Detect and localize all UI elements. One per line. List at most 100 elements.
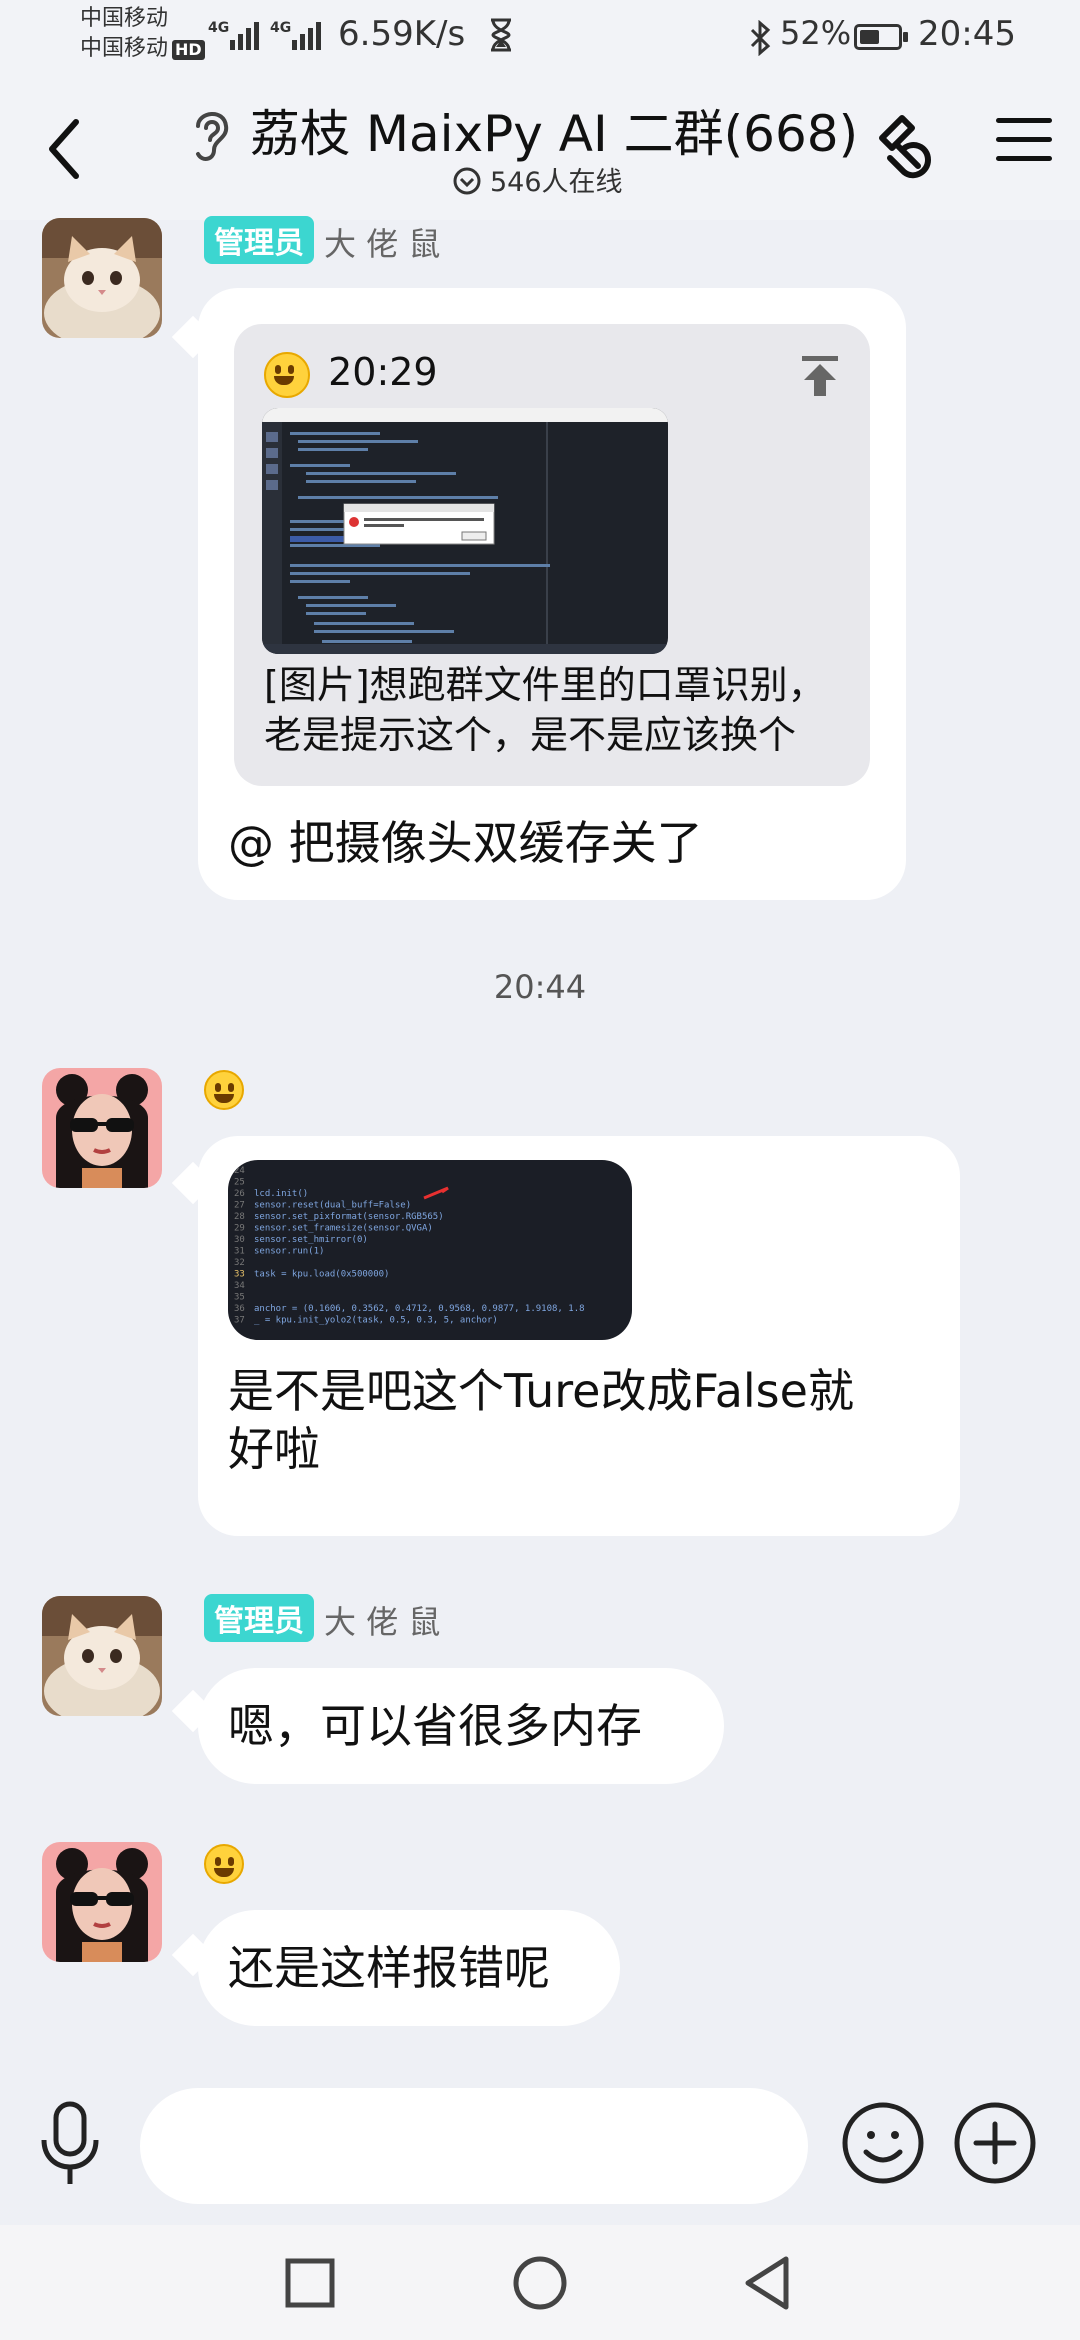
- quote-text-line2: 老是提示这个，是不是应该换个: [264, 713, 797, 757]
- net-type-1: 4G: [208, 20, 229, 36]
- grin-emoji-icon: [204, 1844, 244, 1884]
- avatar-user[interactable]: [42, 1842, 162, 1962]
- red-arrow-annotation: [423, 1186, 449, 1200]
- admin-badge: 管理员: [204, 1594, 314, 1642]
- message-text-line1: 是不是吧这个Ture改成False就: [228, 1364, 854, 1418]
- hourglass-icon: [488, 18, 514, 56]
- avatar-admin[interactable]: [42, 1596, 162, 1716]
- voice-button[interactable]: [38, 2100, 102, 2194]
- jump-top-icon: [802, 356, 838, 396]
- menu-icon: [996, 118, 1052, 161]
- group-title[interactable]: 荔枝 MaixPy AI 二群(668): [250, 94, 858, 166]
- code-line-number: 27: [234, 1201, 245, 1211]
- code-line-number: 37: [234, 1316, 245, 1326]
- online-text: 546人在线: [490, 167, 623, 198]
- code-screenshot[interactable]: 24 25 26 lcd.init() 27 sensor.reset(dual_buff…: [228, 1160, 632, 1340]
- triangle-back-icon: [745, 2256, 789, 2310]
- bluetooth-icon: [748, 19, 772, 60]
- sender-emoji-name[interactable]: [204, 1844, 244, 1884]
- battery-fill: [860, 30, 879, 44]
- message-input[interactable]: [140, 2088, 808, 2204]
- carrier-info: 中国移动 中国移动 HD: [80, 4, 205, 64]
- code-line-number: 25: [234, 1178, 245, 1188]
- sender-emoji-name[interactable]: [204, 1070, 244, 1110]
- code-line-number: 31: [234, 1247, 245, 1257]
- code-line-text: lcd.init(): [254, 1189, 308, 1199]
- recent-apps-button[interactable]: [284, 2257, 336, 2313]
- chevron-down-circle-icon: [453, 167, 481, 195]
- sender-name-row: 管理员大 佬 鼠: [204, 1594, 440, 1643]
- message-bubble[interactable]: 20:29 [图片]想跑群文件里的口罩识别， 老是提示这个，是不是应该换个 @ …: [198, 288, 906, 900]
- circle-icon: [513, 2256, 567, 2310]
- code-line-text: task = kpu.load(0x500000): [254, 1270, 389, 1280]
- code-line-number: 30: [234, 1235, 245, 1245]
- sender-name[interactable]: 大 佬 鼠: [324, 1603, 440, 1641]
- sender-name[interactable]: 大 佬 鼠: [324, 225, 440, 263]
- menu-button[interactable]: [996, 118, 1052, 168]
- status-bar: 中国移动 中国移动 HD 4G 4G 6.59K/s 52% 20:45: [0, 0, 1080, 80]
- code-line-number: 34: [234, 1281, 245, 1291]
- grin-emoji-icon: [264, 351, 310, 398]
- battery-icon: [854, 24, 908, 50]
- jump-to-message-button[interactable]: [798, 354, 842, 402]
- grin-emoji-icon: [204, 1070, 244, 1110]
- sender-name-row: 管理员大 佬 鼠: [204, 216, 440, 265]
- code-line-text: sensor.set_framesize(sensor.QVGA): [254, 1224, 433, 1234]
- message-text: 是不是吧这个Ture改成False就 好啦: [228, 1362, 854, 1478]
- status-time: 20:45: [918, 14, 1016, 54]
- chat-header: 荔枝 MaixPy AI 二群(668) 546人在线: [0, 80, 1080, 220]
- chat-screen: 中国移动 中国移动 HD 4G 4G 6.59K/s 52% 20:45 荔枝 …: [0, 0, 1080, 2340]
- carrier-2: 中国移动: [80, 36, 169, 61]
- carrier-1: 中国移动: [80, 6, 169, 31]
- back-button[interactable]: [40, 114, 90, 184]
- message-text-line2: 好啦: [228, 1422, 320, 1476]
- net-type-2: 4G: [270, 20, 291, 36]
- invite-link-icon: [879, 115, 932, 179]
- code-line-text: sensor.reset(dual_buff=False): [254, 1201, 411, 1211]
- square-icon: [285, 2258, 335, 2308]
- invite-link-button[interactable]: [868, 110, 944, 190]
- ide-screenshot-thumbnail[interactable]: [262, 408, 668, 654]
- input-bar: [0, 2080, 1080, 2225]
- code-line-number: 32: [234, 1258, 245, 1268]
- system-nav-bar: [0, 2225, 1080, 2340]
- code-line-text: _ = kpu.init_yolo2(task, 0.5, 0.3, 5, an…: [254, 1316, 498, 1326]
- message-bubble[interactable]: 还是这样报错呢: [198, 1910, 620, 2026]
- time-separator: 20:44: [493, 968, 587, 1006]
- hd-badge: HD: [172, 40, 205, 60]
- ear-icon[interactable]: [188, 104, 234, 170]
- microphone-icon: [41, 2101, 99, 2184]
- net-speed: 6.59K/s: [338, 14, 466, 54]
- message-bubble[interactable]: 嗯，可以省很多内存: [198, 1668, 724, 1784]
- home-button[interactable]: [512, 2255, 568, 2315]
- message-text: 还是这样报错呢: [228, 1941, 550, 1995]
- code-line-number: 26: [234, 1189, 245, 1199]
- smiley-icon: [842, 2102, 924, 2184]
- message-bubble[interactable]: 24 25 26 lcd.init() 27 sensor.reset(dual_buff…: [198, 1136, 960, 1536]
- code-screenshot-image: 24 2526 lcd.init() 27 sensor.reset(dual_buff…: [234, 1166, 585, 1326]
- code-line-number: 24: [234, 1166, 245, 1176]
- back-nav-button[interactable]: [742, 2255, 794, 2315]
- code-line-text: anchor = (0.1606, 0.3562, 0.4712, 0.9568…: [254, 1304, 585, 1314]
- code-line-number: 33: [234, 1270, 245, 1280]
- message-text: 嗯，可以省很多内存: [228, 1699, 642, 1753]
- back-icon: [49, 119, 79, 179]
- online-count[interactable]: 546人在线: [452, 160, 623, 199]
- avatar-admin[interactable]: [42, 218, 162, 338]
- battery-percent: 52%: [780, 14, 852, 52]
- emoji-button[interactable]: [840, 2100, 926, 2190]
- quote-text: [图片]想跑群文件里的口罩识别， 老是提示这个，是不是应该换个: [264, 660, 826, 760]
- code-line-number: 35: [234, 1293, 245, 1303]
- quoted-message[interactable]: 20:29 [图片]想跑群文件里的口罩识别， 老是提示这个，是不是应该换个: [234, 324, 870, 786]
- avatar-user[interactable]: [42, 1068, 162, 1188]
- admin-badge: 管理员: [204, 216, 314, 264]
- message-text: @ 把摄像头双缓存关了: [228, 816, 703, 870]
- code-line-number: 29: [234, 1224, 245, 1234]
- signal-icon: 4G 4G: [208, 18, 328, 62]
- code-line-number: 36: [234, 1304, 245, 1314]
- code-line-text: sensor.set_hmirror(0): [254, 1235, 368, 1245]
- code-line-number: 28: [234, 1212, 245, 1222]
- code-line-text: sensor.set_pixformat(sensor.RGB565): [254, 1212, 444, 1222]
- more-button[interactable]: [952, 2100, 1038, 2190]
- quote-header: 20:29: [264, 350, 438, 398]
